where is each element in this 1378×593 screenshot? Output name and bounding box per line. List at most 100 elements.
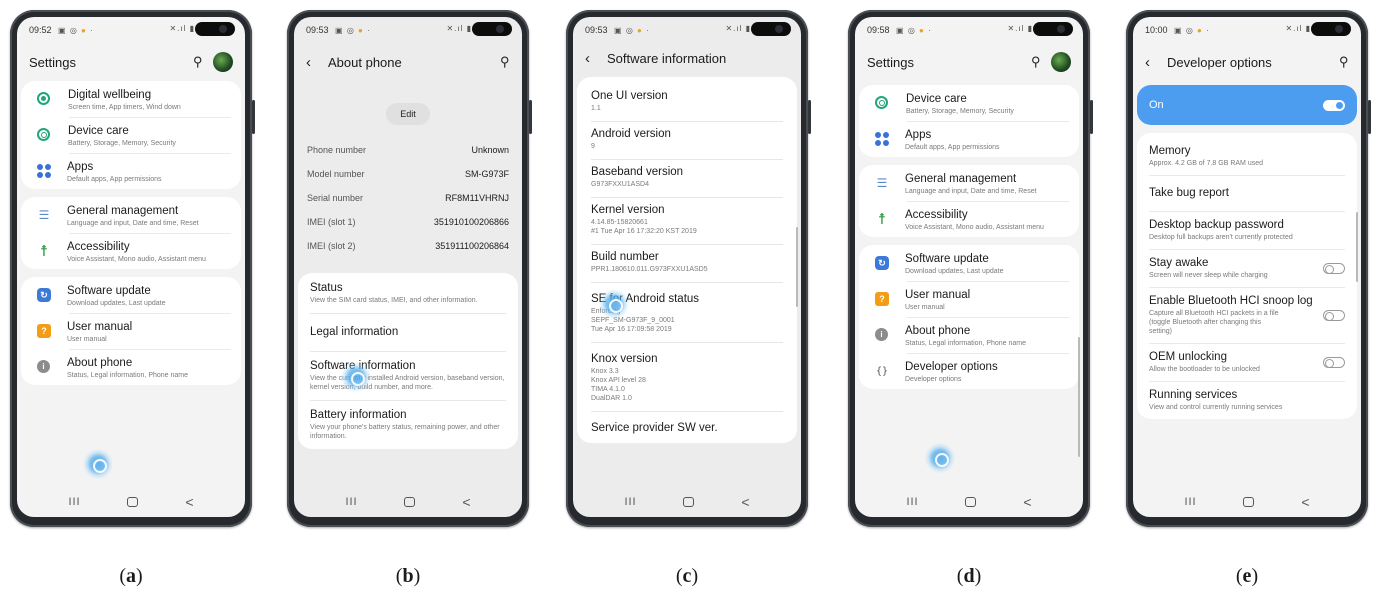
settings-item-about-phone[interactable]: i About phone Status, Legal information, … [21,349,241,385]
avatar[interactable] [1051,52,1071,72]
back-button[interactable]: < [741,494,749,510]
info-item[interactable]: Kernel version 4.14.85-15820661 #1 Tue Ap… [577,197,797,244]
item-subtitle: Screen will never sleep while charging [1149,272,1268,279]
search-icon[interactable]: ⚲ [1339,54,1349,70]
settings-item-device-care[interactable]: Device care Battery, Storage, Memory, Sec… [21,117,241,153]
item-title: Accessibility [67,241,130,253]
toggle-switch[interactable] [1323,356,1345,368]
back-button[interactable]: < [1301,494,1309,510]
settings-item-apps[interactable]: Apps Default apps, App permissions [859,121,1079,157]
back-arrow-icon[interactable]: ‹ [585,50,607,67]
search-icon[interactable]: ⚲ [193,54,203,70]
recent-apps-button[interactable]: III [68,496,80,508]
info-item[interactable]: One UI version 1.1 [577,83,797,121]
info-value: 351911100206864 [435,241,509,251]
home-button[interactable] [683,497,695,507]
master-toggle-switch[interactable] [1323,99,1345,111]
dev-option-bluetooth-hci-snoop-log[interactable]: Enable Bluetooth HCI snoop log Capture al… [1137,287,1357,343]
home-button[interactable] [1243,497,1255,507]
toggle-switch[interactable] [1323,309,1345,321]
item-subtitle: Voice Assistant, Mono audio, Assistant m… [67,256,206,263]
settings-item-developer-options[interactable]: {} Developer options Developer options [859,353,1079,389]
settings-item-software-update[interactable]: ↻ Software update Download updates, Last … [859,245,1079,281]
recent-apps-button[interactable]: III [1184,496,1196,508]
info-value: SM-G973F [464,169,509,179]
item-subtitle: Status, Legal information, Phone name [905,340,1027,347]
dev-option-running-services[interactable]: Running services View and control current… [1137,381,1357,419]
settings-card: Status View the SIM card status, IMEI, a… [298,273,518,449]
software-update-icon: ↻ [875,256,889,270]
item-title: Take bug report [1149,187,1229,199]
settings-item-accessibility[interactable]: ☨ Accessibility Voice Assistant, Mono aud… [21,233,241,269]
menu-item-legal-information[interactable]: Legal information [298,313,518,351]
settings-item-digital-wellbeing[interactable]: Digital wellbeing Screen time, App timers… [21,81,241,117]
dev-option-oem-unlocking[interactable]: OEM unlocking Allow the bootloader to be … [1137,343,1357,381]
camera-cutout [472,22,512,36]
settings-item-general-management[interactable]: ☰ General management Language and input, … [21,197,241,233]
dev-option-stay-awake[interactable]: Stay awake Screen will never sleep while … [1137,249,1357,287]
status-time: 10:00 [1145,25,1168,35]
dev-option-desktop-backup-password[interactable]: Desktop backup password Desktop full back… [1137,211,1357,249]
edit-button[interactable]: Edit [386,103,430,125]
caption-b: (b) [395,565,421,587]
back-arrow-icon[interactable]: ‹ [306,54,328,71]
item-subtitle: 4.14.85-15820661 #1 Tue Apr 16 17:32:20 … [591,219,697,235]
home-button[interactable] [127,497,139,507]
scrollbar[interactable] [1356,212,1358,282]
scrollbar[interactable] [796,227,798,307]
recent-apps-button[interactable]: III [345,496,357,508]
settings-card: One UI version 1.1 Android version 9 Baseb… [577,77,797,443]
settings-item-apps[interactable]: Apps Default apps, App permissions [21,153,241,189]
scrollbar[interactable] [1078,337,1080,457]
item-title: Accessibility [905,209,968,221]
recent-apps-button[interactable]: III [906,496,918,508]
settings-item-about-phone[interactable]: i About phone Status, Legal information, … [859,317,1079,353]
settings-item-user-manual[interactable]: ? User manual User manual [859,281,1079,317]
item-subtitle: 9 [591,143,595,150]
back-button[interactable]: < [462,494,470,510]
info-row: IMEI (slot 2) 351911100206864 [304,235,512,259]
search-icon[interactable]: ⚲ [1031,54,1041,70]
settings-item-general-management[interactable]: ☰ General management Language and input, … [859,165,1079,201]
info-item[interactable]: Service provider SW ver. [577,411,797,443]
home-button[interactable] [965,497,977,507]
build-number-item[interactable]: Build number PPR1.180610.011.G973FXXU1ASD… [577,244,797,282]
item-title: Baseband version [591,166,684,178]
back-button[interactable]: < [1023,494,1031,510]
toggle-switch[interactable] [1323,262,1345,274]
dev-option-take-bug-report[interactable]: Take bug report [1137,175,1357,211]
info-item[interactable]: SE for Android status Enforcing SEPF_SM-G… [577,282,797,342]
back-button[interactable]: < [185,494,193,510]
item-subtitle: View the SIM card status, IMEI, and othe… [310,297,478,304]
settings-item-accessibility[interactable]: ☨ Accessibility Voice Assistant, Mono aud… [859,201,1079,237]
device-care-icon [37,128,50,141]
status-bar: 09:58 ▣ ◎ ● · ✕.ıl ▮ [855,17,1083,39]
home-button[interactable] [404,497,416,507]
search-icon[interactable]: ⚲ [500,54,510,70]
menu-item-software-information[interactable]: Software information View the currently … [298,351,518,400]
back-arrow-icon[interactable]: ‹ [1145,54,1167,71]
settings-item-device-care[interactable]: Device care Battery, Storage, Memory, Sec… [859,85,1079,121]
item-title: User manual [905,289,971,301]
side-button [529,100,532,134]
settings-card: ↻ Software update Download updates, Last … [21,277,241,385]
info-item[interactable]: Baseband version G973FXXU1ASD4 [577,159,797,197]
dev-option-memory[interactable]: Memory Approx. 4.2 GB of 7.8 GB RAM used [1137,137,1357,175]
notification-icons: ▣ ◎ ● · [335,26,371,35]
settings-item-user-manual[interactable]: ? User manual User manual [21,313,241,349]
menu-item-battery-information[interactable]: Battery information View your phone's ba… [298,400,518,449]
menu-item-status[interactable]: Status View the SIM card status, IMEI, a… [298,273,518,313]
info-item[interactable]: Android version 9 [577,121,797,159]
info-item[interactable]: Knox version Knox 3.3 Knox API level 28 T… [577,342,797,411]
settings-item-software-update[interactable]: ↻ Software update Download updates, Last … [21,277,241,313]
item-title: Legal information [310,326,399,338]
caption-e: (e) [1235,565,1259,587]
avatar[interactable] [213,52,233,72]
item-title: Running services [1149,389,1238,401]
recent-apps-button[interactable]: III [624,496,636,508]
signal-icons: ✕.ıl ▮ [725,24,751,33]
master-toggle-bar[interactable]: On [1137,85,1357,125]
item-subtitle: Desktop full backups aren't currently pr… [1149,234,1293,241]
item-subtitle: 1.1 [591,105,601,112]
info-row: Serial number RF8M11VHRNJ [304,187,512,211]
